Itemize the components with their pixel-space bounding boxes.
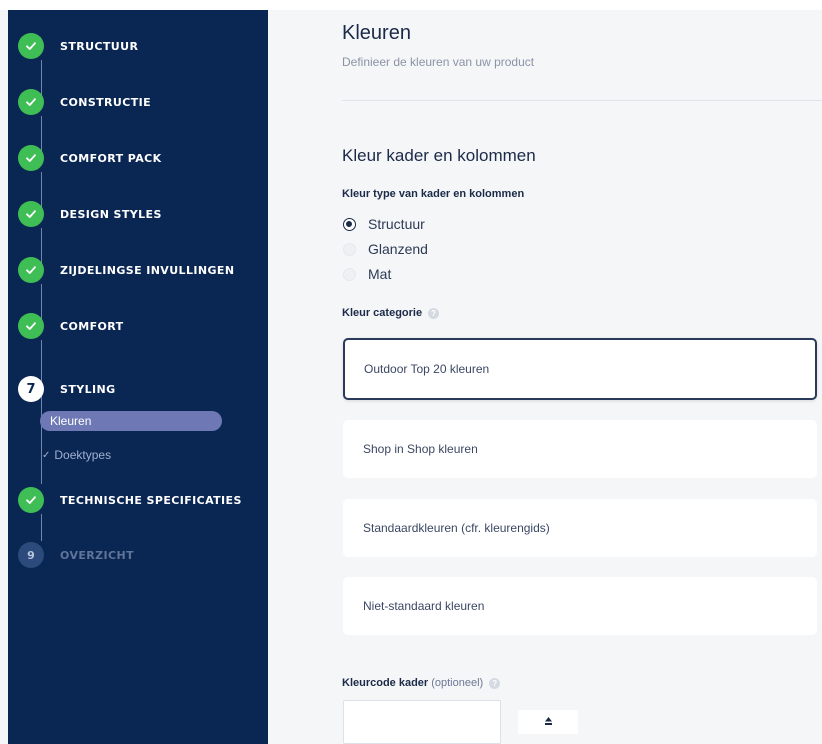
step-connector — [41, 514, 42, 541]
page-title: Kleuren — [342, 22, 411, 44]
category-label: Standaardkleuren (cfr. kleurengids) — [363, 521, 550, 535]
substep-doektypes[interactable]: ✓ Doektypes — [42, 448, 111, 462]
info-icon[interactable]: ? — [428, 307, 440, 319]
radio-button[interactable] — [343, 242, 356, 256]
top-strip — [0, 0, 822, 10]
step-styling[interactable]: 7 STYLING — [18, 375, 116, 403]
radio-label: Structuur — [368, 216, 425, 232]
category-label: Shop in Shop kleuren — [363, 442, 478, 456]
divider — [342, 100, 822, 101]
step-label: TECHNISCHE SPECIFICATIES — [60, 493, 242, 507]
radio-label: Glanzend — [368, 241, 428, 257]
check-icon — [18, 33, 44, 59]
step-constructie[interactable]: CONSTRUCTIE — [18, 88, 151, 116]
step-label: STYLING — [60, 382, 116, 396]
category-label: Outdoor Top 20 kleuren — [364, 362, 490, 376]
step-comfort[interactable]: COMFORT — [18, 312, 124, 340]
check-icon — [18, 89, 44, 115]
steps-sidebar: STRUCTUUR CONSTRUCTIE COMFORT PACK DESIG… — [8, 10, 268, 744]
step-overzicht[interactable]: 9 OVERZICHT — [18, 541, 134, 569]
step-comfort-pack[interactable]: COMFORT PACK — [18, 144, 162, 172]
check-icon — [18, 313, 44, 339]
step-number-badge: 9 — [18, 542, 44, 568]
category-label: Niet-standaard kleuren — [363, 599, 485, 613]
step-label: OVERZICHT — [60, 548, 135, 562]
substep-kleuren[interactable]: Kleuren — [40, 411, 222, 431]
step-label: COMFORT PACK — [60, 151, 162, 165]
radio-mat[interactable]: Mat — [343, 266, 391, 282]
category-shop-in-shop[interactable]: Shop in Shop kleuren — [343, 420, 817, 478]
radio-button[interactable] — [343, 267, 356, 281]
main-content: Kleuren Definieer de kleuren van uw prod… — [268, 10, 822, 744]
color-category-label: Kleur categorie ? — [342, 307, 440, 319]
step-label: COMFORT — [60, 319, 124, 333]
category-standaardkleuren[interactable]: Standaardkleuren (cfr. kleurengids) — [343, 499, 817, 557]
optional-hint: (optioneel) — [431, 677, 484, 689]
colorcode-label-text: Kleurcode kader — [342, 677, 429, 689]
step-design-styles[interactable]: DESIGN STYLES — [18, 200, 162, 228]
step-label: ZIJDELINGSE INVULLINGEN — [60, 263, 235, 277]
page-subtitle: Definieer de kleuren van uw product — [342, 55, 535, 69]
page: STRUCTUUR CONSTRUCTIE COMFORT PACK DESIG… — [0, 0, 822, 744]
step-label: DESIGN STYLES — [60, 207, 162, 221]
check-icon — [18, 487, 44, 513]
radio-glanzend[interactable]: Glanzend — [343, 241, 428, 257]
check-icon — [18, 257, 44, 283]
step-structuur[interactable]: STRUCTUUR — [18, 32, 138, 60]
step-label: STRUCTUUR — [60, 39, 139, 53]
colorcode-input[interactable] — [343, 700, 501, 744]
step-number-badge: 7 — [18, 376, 44, 402]
step-zijdelingse-invullingen[interactable]: ZIJDELINGSE INVULLINGEN — [18, 256, 234, 284]
color-category-label-text: Kleur categorie — [342, 307, 423, 319]
info-icon[interactable]: ? — [489, 677, 501, 689]
section-title: Kleur kader en kolommen — [342, 146, 536, 165]
check-icon — [18, 201, 44, 227]
category-outdoor-top-20[interactable]: Outdoor Top 20 kleuren — [343, 338, 817, 400]
radio-label: Mat — [368, 266, 392, 282]
color-type-label: Kleur type van kader en kolommen — [342, 188, 524, 200]
radio-structuur[interactable]: Structuur — [343, 216, 425, 232]
substep-label: Kleuren — [50, 414, 92, 428]
check-icon: ✓ — [42, 449, 51, 461]
step-connector — [41, 396, 42, 484]
stepper-arrows-icon[interactable] — [544, 716, 553, 729]
colorcode-stepper[interactable] — [518, 710, 578, 734]
check-icon — [18, 145, 44, 171]
substep-label: Doektypes — [54, 448, 112, 462]
color-type-label-text: Kleur type van kader en kolommen — [342, 188, 525, 200]
step-technische-specificaties[interactable]: TECHNISCHE SPECIFICATIES — [18, 486, 242, 514]
step-label: CONSTRUCTIE — [60, 95, 152, 109]
colorcode-label: Kleurcode kader (optioneel) ? — [342, 677, 501, 689]
category-niet-standaard[interactable]: Niet-standaard kleuren — [343, 577, 817, 635]
radio-button-checked[interactable] — [343, 217, 356, 231]
